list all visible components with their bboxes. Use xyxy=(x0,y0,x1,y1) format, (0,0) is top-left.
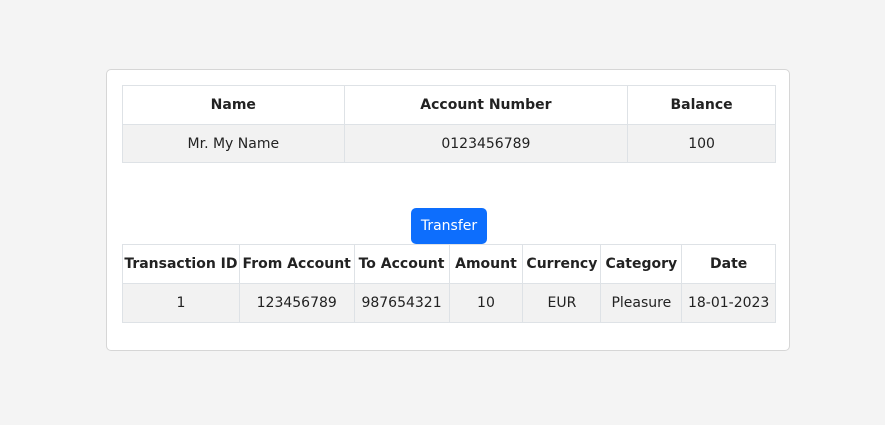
cell-transaction-id: 1 xyxy=(122,283,240,323)
cell-balance: 100 xyxy=(627,124,776,163)
cell-category: Pleasure xyxy=(600,283,683,323)
header-amount: Amount xyxy=(448,244,524,284)
header-category: Category xyxy=(600,244,683,284)
header-from-account: From Account xyxy=(238,244,355,284)
cell-date: 18-01-2023 xyxy=(681,283,776,323)
header-account-number: Account Number xyxy=(343,85,629,125)
cell-from-account: 123456789 xyxy=(238,283,355,323)
cell-currency: EUR xyxy=(522,283,602,323)
cell-to-account: 987654321 xyxy=(353,283,450,323)
header-date: Date xyxy=(681,244,776,284)
cell-account-number: 0123456789 xyxy=(343,124,629,163)
cell-amount: 10 xyxy=(448,283,524,323)
table-header-row: Name Account Number Balance xyxy=(122,85,776,125)
transfer-button[interactable]: Transfer xyxy=(411,208,487,244)
header-transaction-id: Transaction ID xyxy=(122,244,240,284)
table-row: 1 123456789 987654321 10 EUR Pleasure 18… xyxy=(122,283,776,323)
account-table: Name Account Number Balance Mr. My Name … xyxy=(122,85,776,163)
cell-name: Mr. My Name xyxy=(122,124,345,163)
header-name: Name xyxy=(122,85,345,125)
header-balance: Balance xyxy=(627,85,776,125)
header-to-account: To Account xyxy=(353,244,450,284)
table-row: Mr. My Name 0123456789 100 xyxy=(122,124,776,163)
transactions-table: Transaction ID From Account To Account A… xyxy=(122,244,776,323)
header-currency: Currency xyxy=(522,244,602,284)
account-card: Name Account Number Balance Mr. My Name … xyxy=(106,69,790,351)
table-header-row: Transaction ID From Account To Account A… xyxy=(122,244,776,284)
